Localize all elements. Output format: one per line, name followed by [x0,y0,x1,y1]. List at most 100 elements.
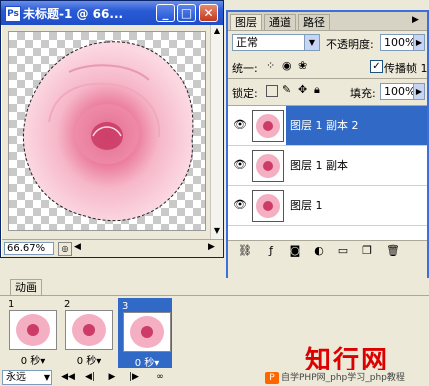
trash-icon[interactable]: 🗑︎ [386,244,400,258]
minimize-button[interactable]: _ [156,4,175,22]
layer-name: 图层 1 副本 2 [286,106,427,145]
maximize-icon: □ [180,6,193,20]
rose-thumbnail [256,154,280,178]
adjustment-icon[interactable]: ◐ [312,244,326,258]
frame-thumbnail [65,310,113,350]
layer-thumbnail [252,110,284,142]
opacity-arrow-icon: ▶ [413,35,424,50]
close-button[interactable]: ✕ [199,4,218,22]
panel-menu-icon[interactable]: ▶ [412,15,419,25]
status-arrow-icon[interactable]: ◀ [74,242,81,252]
layers-bottom-toolbar: ⛓︎ ƒ ◙ ◐ ▭ ❐ 🗑︎ [228,240,427,262]
chevron-down-icon: ▼ [43,373,50,382]
frame-thumbnail [123,312,171,352]
canvas-area[interactable] [2,25,210,239]
opacity-label: 不透明度: [326,38,374,51]
close-icon: ✕ [203,6,214,20]
tab-channels[interactable]: 通道 [264,14,296,30]
status-bar: 66.67% ◎ ◀ ▶ [2,239,223,257]
panel-tabbar: 图层 通道 路径 ▶ [228,12,427,31]
frame-delay[interactable]: 0 秒▾ [65,352,113,367]
unify-label: 统一: [232,62,258,75]
animation-frame-1[interactable]: 1 0 秒▾ [6,298,60,368]
tab-layers[interactable]: 图层 [230,14,262,30]
layer-row[interactable]: 👁︎ 图层 1 副本 [228,146,427,186]
minimize-icon: _ [162,6,169,20]
lock-move-icon[interactable]: ✥ [298,84,307,96]
lock-label: 锁定: [232,87,258,100]
eye-icon[interactable]: 👁︎ [232,118,248,132]
fill-field[interactable]: 100% ▶ [380,83,425,100]
chevron-down-icon: ▼ [304,35,319,50]
link-icon[interactable]: ⛓︎ [238,244,252,258]
maximize-button[interactable]: □ [177,4,196,22]
layer-name: 图层 1 副本 [290,159,348,172]
watermark-caption: P 自学PHP网_php学习_php教程 [265,370,405,384]
mask-icon[interactable]: ◙ [288,244,302,258]
prev-frame-icon[interactable]: ◀| [82,370,98,385]
rose-thumbnail [72,314,106,346]
layer-row[interactable]: 👁︎ 图层 1 [228,186,427,226]
layer-list: 👁︎ 图层 1 副本 2 👁︎ 图层 1 副本 👁︎ 图层 1 [228,105,427,241]
watermark-caption-text: 自学PHP网_php学习_php教程 [281,373,405,383]
unify-position-icon[interactable]: ⁘ [266,60,275,72]
tab-animation[interactable]: 动画 [10,279,42,296]
photoshop-doc-icon: Ps [5,6,21,22]
php-logo-icon: P [265,372,279,384]
unify-style-icon[interactable]: ❀ [298,60,307,72]
animation-frame-2[interactable]: 2 0 秒▾ [62,298,116,368]
animation-frame-3[interactable]: 3 0 秒▾ [118,298,172,369]
lock-all-icon[interactable]: 🔒︎ [314,84,320,96]
zoom-field[interactable]: 66.67% [4,242,54,255]
info-icon[interactable]: ◎ [58,242,72,256]
document-titlebar[interactable]: Ps 未标题-1 @ 66... _ □ ✕ [1,1,223,25]
layer-style-icon[interactable]: ƒ [264,244,278,258]
next-frame-icon[interactable]: |▶ [126,370,142,385]
loop-select[interactable]: 永远 ▼ [2,370,52,385]
opacity-field[interactable]: 100% ▶ [380,34,425,51]
frame-delay[interactable]: 0 秒▾ [9,352,57,367]
layers-panel: 图层 通道 路径 ▶ 正常 ▼ 不透明度: 100% ▶ 统一: ⁘ ◉ ❀ ✓… [226,10,429,298]
opacity-value: 100% [384,36,416,49]
frame-number: 1 [8,299,15,310]
frame-number: 3 [122,301,129,312]
propagate-checkbox[interactable]: ✓ [370,60,383,73]
tab-paths[interactable]: 路径 [298,14,330,30]
rose-thumbnail [16,314,50,346]
scroll-right-icon[interactable]: ▶ [208,242,215,252]
transparency-canvas[interactable] [8,31,206,231]
fill-arrow-icon: ▶ [413,84,424,99]
eye-icon[interactable]: 👁︎ [232,198,248,212]
scroll-up-icon[interactable]: ▲ [212,26,222,38]
rose-image [22,41,194,222]
layer-thumbnail [252,190,284,222]
fill-value: 100% [384,85,416,98]
play-icon[interactable]: ▶ [104,370,120,385]
layer-row[interactable]: 👁︎ 图层 1 副本 2 [228,106,427,146]
unify-visibility-icon[interactable]: ◉ [282,60,292,72]
new-group-icon[interactable]: ▭ [336,244,350,258]
frame-delay[interactable]: 0 秒▾ [123,354,171,369]
document-window: Ps 未标题-1 @ 66... _ □ ✕ ▲ ▼ 66.67% ◎ ◀ ▶ [0,0,224,258]
propagate-label: 传播帧 1 [384,62,428,75]
scroll-down-icon[interactable]: ▼ [212,226,222,238]
layer-thumbnail [252,150,284,182]
blend-mode-value: 正常 [236,36,258,49]
loop-value: 永远 [6,372,26,383]
rose-thumbnail [130,316,164,348]
eye-icon[interactable]: 👁︎ [232,158,248,172]
rose-thumbnail [256,114,280,138]
new-layer-icon[interactable]: ❐ [360,244,374,258]
layer-name: 图层 1 [290,199,323,212]
frame-number: 2 [64,299,71,310]
lock-transparent-icon[interactable] [266,85,278,97]
lock-brush-icon[interactable]: ✎ [282,84,291,96]
vertical-scrollbar[interactable]: ▲ ▼ [210,25,223,239]
divider [228,78,427,79]
document-title: 未标题-1 @ 66... [23,7,124,21]
fill-label: 填充: [350,87,376,100]
rose-thumbnail [256,194,280,218]
first-frame-icon[interactable]: ◀◀ [60,370,76,385]
blend-mode-select[interactable]: 正常 ▼ [232,34,320,51]
tween-icon[interactable]: ∞ [152,370,168,385]
